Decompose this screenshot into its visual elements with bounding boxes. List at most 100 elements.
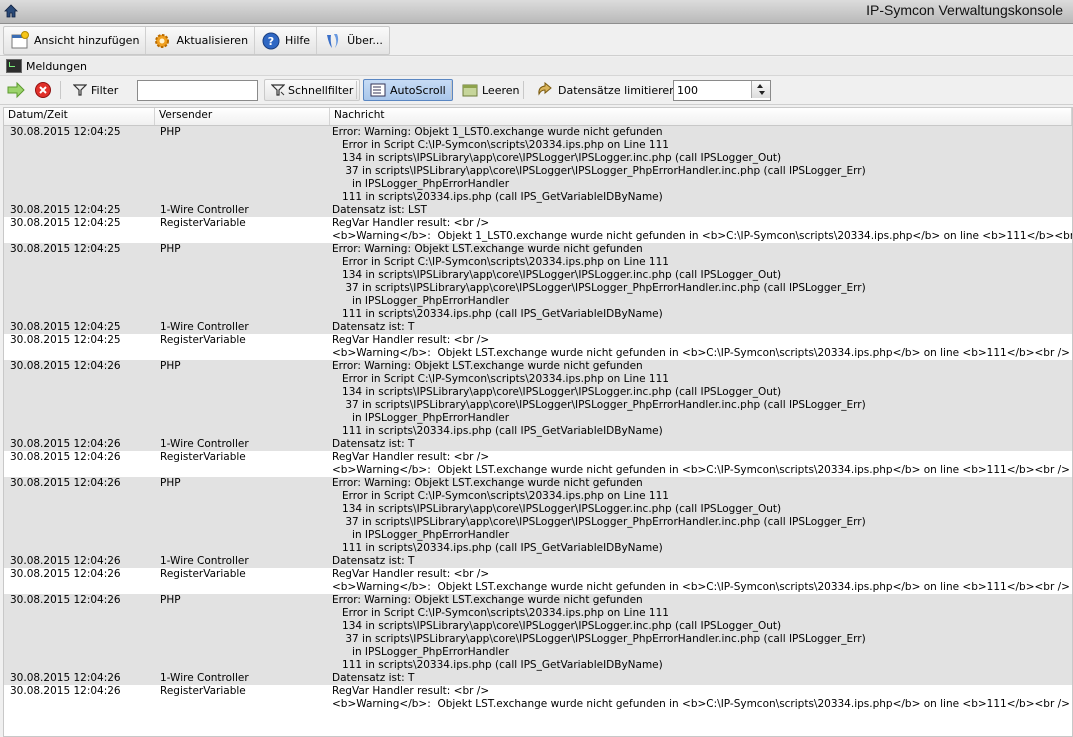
row-message: RegVar Handler result: <br /> <b>Warning… [332, 217, 1072, 242]
help-label: Hilfe [285, 34, 311, 47]
start-button[interactable] [6, 79, 26, 101]
title-bar: IP-Symcon Verwaltungskonsole [0, 0, 1073, 24]
about-label: Über... [347, 34, 383, 47]
row-date: 30.08.2015 12:04:26 [10, 555, 121, 567]
panel-title: Meldungen [26, 59, 87, 73]
separator [451, 81, 452, 99]
table-row[interactable]: 30.08.2015 12:04:25 1-Wire Controller Date… [4, 321, 1072, 334]
row-sender: 1-Wire Controller [160, 438, 249, 450]
row-date: 30.08.2015 12:04:25 [10, 243, 121, 255]
table-row[interactable]: 30.08.2015 12:04:25 RegisterVariable RegVa… [4, 217, 1072, 243]
row-sender: RegisterVariable [160, 685, 246, 697]
filter-label: Filter [91, 83, 119, 97]
row-message: Datensatz ist: T [332, 555, 415, 567]
row-message: RegVar Handler result: <br /> <b>Warning… [332, 451, 1070, 476]
row-sender: RegisterVariable [160, 334, 246, 346]
search-input[interactable] [137, 79, 258, 101]
column-header-date[interactable]: Datum/Zeit [4, 108, 155, 125]
row-message: RegVar Handler result: <br /> <b>Warning… [332, 568, 1070, 593]
row-message: Error: Warning: Objekt LST.exchange wurd… [332, 594, 866, 671]
row-message: Error: Warning: Objekt LST.exchange wurd… [332, 243, 866, 320]
table-row[interactable]: 30.08.2015 12:04:26 RegisterVariable RegVa… [4, 451, 1072, 477]
row-date: 30.08.2015 12:04:26 [10, 568, 121, 580]
filter-button[interactable]: Filter [66, 79, 125, 101]
filter-icon [73, 84, 87, 96]
separator [356, 81, 357, 99]
row-sender: 1-Wire Controller [160, 321, 249, 333]
add-view-button[interactable]: Ansicht hinzufügen [4, 27, 147, 54]
row-date: 30.08.2015 12:04:26 [10, 672, 121, 684]
table-row[interactable]: 30.08.2015 12:04:25 RegisterVariable RegVa… [4, 334, 1072, 360]
refresh-button[interactable]: Aktualisieren [146, 27, 256, 54]
home-icon[interactable] [3, 3, 19, 19]
row-sender: PHP [160, 126, 181, 138]
main-toolbar-group: Ansicht hinzufügen Aktualisieren ? Hilfe… [3, 26, 390, 55]
table-row[interactable]: 30.08.2015 12:04:26 RegisterVariable RegVa… [4, 568, 1072, 594]
row-sender: RegisterVariable [160, 451, 246, 463]
row-message: Datensatz ist: T [332, 672, 415, 684]
row-date: 30.08.2015 12:04:26 [10, 685, 121, 697]
limit-records-label: Datensätze limitieren [558, 83, 677, 97]
autoscroll-label: AutoScroll [390, 83, 446, 97]
table-header: Datum/Zeit Versender Nachricht [4, 108, 1072, 126]
table-body: 30.08.2015 12:04:25 PHP Error: Warning: Ob… [4, 126, 1072, 711]
row-date: 30.08.2015 12:04:26 [10, 451, 121, 463]
console-icon [6, 59, 22, 73]
stop-icon [35, 82, 51, 98]
table-row[interactable]: 30.08.2015 12:04:26 1-Wire Controller Date… [4, 672, 1072, 685]
row-message: Error: Warning: Objekt LST.exchange wurd… [332, 360, 866, 437]
add-view-label: Ansicht hinzufügen [34, 34, 140, 47]
row-message: Error: Warning: Objekt 1_LST0.exchange w… [332, 126, 866, 203]
table-row[interactable]: 30.08.2015 12:04:26 1-Wire Controller Date… [4, 555, 1072, 568]
table-row[interactable]: 30.08.2015 12:04:26 1-Wire Controller Date… [4, 438, 1072, 451]
messages-table: Datum/Zeit Versender Nachricht 30.08.201… [3, 107, 1073, 737]
messages-panel-header: Meldungen [0, 57, 1073, 76]
table-row[interactable]: 30.08.2015 12:04:26 RegisterVariable RegVa… [4, 685, 1072, 711]
help-icon: ? [261, 31, 281, 51]
column-header-sender[interactable]: Versender [155, 108, 330, 125]
add-view-icon [10, 30, 30, 51]
row-sender: 1-Wire Controller [160, 555, 249, 567]
row-message: Datensatz ist: LST [332, 204, 427, 216]
autoscroll-icon [370, 83, 386, 97]
window-title: IP-Symcon Verwaltungskonsole [866, 2, 1063, 18]
autoscroll-button[interactable]: AutoScroll [363, 79, 453, 101]
about-button[interactable]: Über... [317, 27, 389, 54]
filter-toolbar: Filter Schnellfilter AutoScroll Leeren D… [0, 76, 1073, 105]
row-sender: PHP [160, 594, 181, 606]
row-sender: PHP [160, 243, 181, 255]
quickfilter-label: Schnellfilter [288, 83, 354, 97]
clear-icon [462, 84, 478, 97]
table-row[interactable]: 30.08.2015 12:04:25 1-Wire Controller Date… [4, 204, 1072, 217]
row-date: 30.08.2015 12:04:26 [10, 594, 121, 606]
row-date: 30.08.2015 12:04:25 [10, 334, 121, 346]
gear-icon [152, 31, 172, 51]
stop-button[interactable] [34, 79, 52, 101]
table-row[interactable]: 30.08.2015 12:04:25 PHP Error: Warning: Ob… [4, 243, 1072, 321]
row-sender: 1-Wire Controller [160, 672, 249, 684]
quickfilter-button[interactable]: Schnellfilter [264, 79, 361, 101]
table-row[interactable]: 30.08.2015 12:04:26 PHP Error: Warning: Ob… [4, 477, 1072, 555]
row-message: Error: Warning: Objekt LST.exchange wurd… [332, 477, 866, 554]
table-row[interactable]: 30.08.2015 12:04:26 PHP Error: Warning: Ob… [4, 594, 1072, 672]
limit-icon [538, 82, 552, 96]
search-field-wrap [137, 79, 258, 101]
separator [60, 81, 61, 99]
row-date: 30.08.2015 12:04:25 [10, 126, 121, 138]
about-icon [323, 31, 343, 51]
row-date: 30.08.2015 12:04:25 [10, 217, 121, 229]
help-button[interactable]: ? Hilfe [255, 27, 318, 54]
clear-button[interactable]: Leeren [455, 79, 527, 101]
quickfilter-icon [271, 84, 285, 96]
main-toolbar: Ansicht hinzufügen Aktualisieren ? Hilfe… [0, 24, 1073, 56]
stepper-arrows-icon[interactable] [751, 81, 770, 98]
row-message: Datensatz ist: T [332, 321, 415, 333]
table-row[interactable]: 30.08.2015 12:04:25 PHP Error: Warning: Ob… [4, 126, 1072, 204]
column-header-message[interactable]: Nachricht [330, 108, 1072, 125]
play-arrow-icon [7, 81, 25, 99]
row-message: RegVar Handler result: <br /> <b>Warning… [332, 685, 1070, 710]
row-sender: 1-Wire Controller [160, 204, 249, 216]
limit-records-button[interactable]: Datensätze limitieren [529, 79, 683, 101]
svg-text:?: ? [268, 35, 274, 48]
table-row[interactable]: 30.08.2015 12:04:26 PHP Error: Warning: Ob… [4, 360, 1072, 438]
